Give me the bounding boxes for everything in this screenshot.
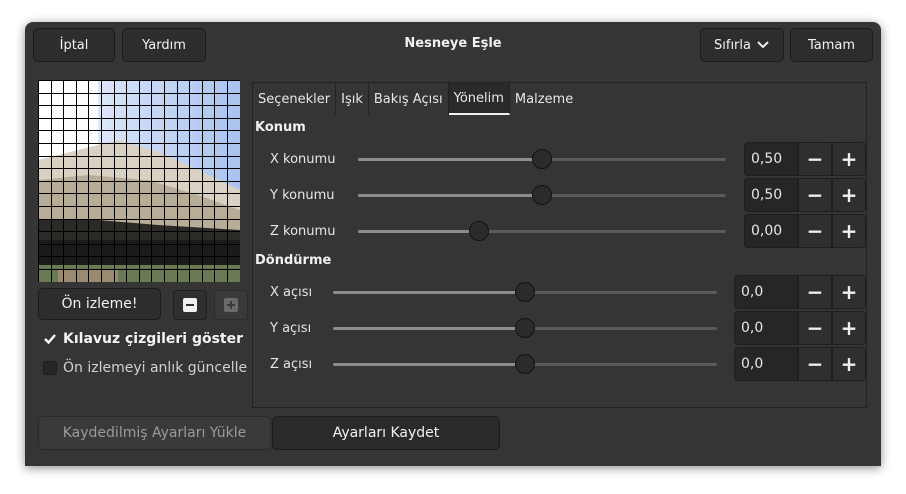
tab-material[interactable]: Malzeme	[510, 83, 578, 115]
show-guides-label: Kılavuz çizgileri göster	[63, 331, 244, 347]
z-angle-spinbox: 0,0 − +	[734, 347, 866, 381]
slider-fill	[333, 291, 525, 294]
preview-button[interactable]: Ön izleme!	[38, 288, 161, 320]
slider-handle[interactable]	[515, 318, 535, 338]
x-position-input[interactable]: 0,50	[744, 142, 798, 176]
load-saved-settings-button[interactable]: Kaydedilmiş Ayarları Yükle	[38, 416, 271, 450]
x-position-decrement[interactable]: −	[798, 142, 832, 176]
plus-icon	[224, 298, 238, 312]
z-angle-decrement[interactable]: −	[798, 347, 832, 381]
slider-handle[interactable]	[532, 149, 552, 169]
slider-fill	[358, 158, 542, 161]
y-position-slider[interactable]	[358, 185, 726, 205]
reset-dropdown-button[interactable]: Sıfırla	[700, 28, 784, 62]
z-position-label: Z konumu	[270, 224, 336, 239]
reset-label: Sıfırla	[714, 37, 751, 53]
z-position-spinbox: 0,00 − +	[744, 214, 866, 248]
z-angle-label: Z açısı	[270, 357, 313, 372]
z-position-decrement[interactable]: −	[798, 214, 832, 248]
ok-button[interactable]: Tamam	[790, 28, 873, 62]
minus-icon: −	[806, 147, 824, 171]
y-position-label: Y konumu	[270, 188, 335, 203]
slider-fill	[358, 194, 542, 197]
y-angle-slider[interactable]	[333, 318, 717, 338]
slider-fill	[333, 327, 525, 330]
z-angle-increment[interactable]: +	[832, 347, 866, 381]
rotation-section-label: Döndürme	[255, 253, 332, 268]
map-object-dialog: İptal Yardım Nesneye Eşle Sıfırla Tamam	[25, 22, 881, 466]
plus-icon: +	[840, 316, 858, 340]
slider-fill	[333, 363, 525, 366]
y-position-spinbox: 0,50 − +	[744, 178, 866, 212]
minus-icon	[183, 298, 197, 312]
zoom-out-button[interactable]	[173, 290, 207, 320]
settings-panel: Seçenekler Işık Bakış Açısı Yönelim Malz…	[252, 82, 867, 408]
checkmark-icon	[43, 332, 57, 346]
y-angle-decrement[interactable]: −	[798, 311, 832, 345]
x-position-increment[interactable]: +	[832, 142, 866, 176]
x-angle-label: X açısı	[270, 285, 313, 300]
minus-icon: −	[806, 183, 824, 207]
x-angle-spinbox: 0,0 − +	[734, 275, 866, 309]
preview-image	[38, 80, 240, 282]
minus-icon: −	[806, 352, 824, 376]
x-position-label: X konumu	[270, 152, 336, 167]
tab-viewpoint[interactable]: Bakış Açısı	[369, 83, 449, 115]
help-button[interactable]: Yardım	[122, 28, 206, 62]
z-angle-input[interactable]: 0,0	[734, 347, 798, 381]
x-angle-increment[interactable]: +	[832, 275, 866, 309]
slider-handle[interactable]	[532, 185, 552, 205]
y-angle-label: Y açısı	[270, 321, 312, 336]
y-position-increment[interactable]: +	[832, 178, 866, 212]
plus-icon: +	[840, 183, 858, 207]
y-position-input[interactable]: 0,50	[744, 178, 798, 212]
checkbox-box	[43, 361, 57, 375]
x-angle-decrement[interactable]: −	[798, 275, 832, 309]
z-position-slider[interactable]	[358, 221, 726, 241]
slider-fill	[358, 230, 479, 233]
live-preview-checkbox[interactable]: Ön izlemeyi anlık güncelle	[43, 360, 247, 376]
y-position-decrement[interactable]: −	[798, 178, 832, 212]
minus-icon: −	[806, 280, 824, 304]
show-guides-checkbox[interactable]: Kılavuz çizgileri göster	[43, 331, 243, 347]
y-angle-input[interactable]: 0,0	[734, 311, 798, 345]
tab-orientation[interactable]: Yönelim	[448, 83, 510, 115]
save-settings-button[interactable]: Ayarları Kaydet	[272, 416, 500, 450]
z-position-increment[interactable]: +	[832, 214, 866, 248]
minus-icon: −	[806, 219, 824, 243]
tab-bar: Seçenekler Işık Bakış Açısı Yönelim Malz…	[253, 83, 578, 115]
chevron-down-icon	[756, 40, 770, 50]
plus-icon: +	[840, 147, 858, 171]
slider-handle[interactable]	[515, 282, 535, 302]
x-position-slider[interactable]	[358, 149, 726, 169]
cancel-button[interactable]: İptal	[33, 28, 115, 62]
live-preview-label: Ön izlemeyi anlık güncelle	[63, 360, 248, 376]
tab-light[interactable]: Işık	[336, 83, 369, 115]
minus-icon: −	[806, 316, 824, 340]
plus-icon: +	[840, 219, 858, 243]
y-angle-increment[interactable]: +	[832, 311, 866, 345]
object-preview	[38, 80, 240, 282]
z-angle-slider[interactable]	[333, 354, 717, 374]
x-angle-input[interactable]: 0,0	[734, 275, 798, 309]
plus-icon: +	[840, 352, 858, 376]
slider-handle[interactable]	[515, 354, 535, 374]
z-position-input[interactable]: 0,00	[744, 214, 798, 248]
x-angle-slider[interactable]	[333, 282, 717, 302]
position-section-label: Konum	[255, 120, 306, 135]
x-position-spinbox: 0,50 − +	[744, 142, 866, 176]
zoom-in-button[interactable]	[214, 290, 248, 320]
tab-options[interactable]: Seçenekler	[253, 83, 337, 115]
plus-icon: +	[840, 280, 858, 304]
y-angle-spinbox: 0,0 − +	[734, 311, 866, 345]
slider-handle[interactable]	[469, 221, 489, 241]
